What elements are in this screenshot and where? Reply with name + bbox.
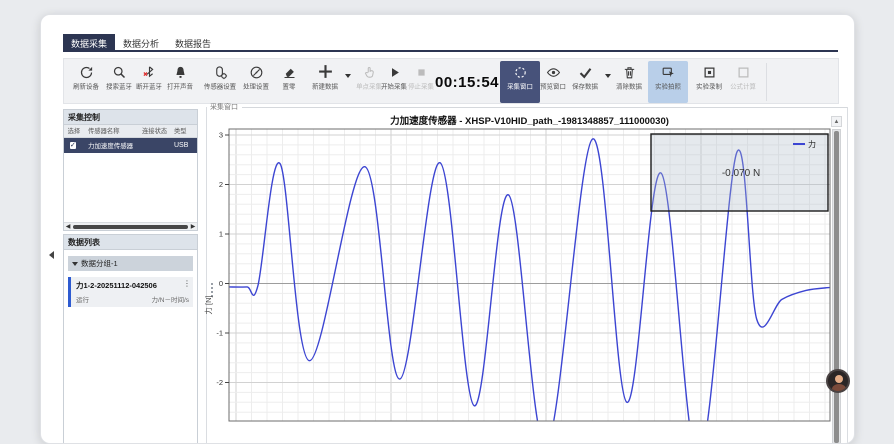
data-item-title: 力1-2-20251112-042506 bbox=[76, 280, 189, 291]
svg-text:2: 2 bbox=[219, 180, 223, 189]
compass-icon bbox=[238, 63, 274, 80]
hscroll-thumb[interactable] bbox=[73, 225, 188, 229]
panel-collapse-handle[interactable] bbox=[49, 251, 54, 259]
svg-text:-2: -2 bbox=[216, 378, 223, 387]
eye-icon bbox=[536, 63, 570, 80]
col-conn-status: 连接状态 bbox=[142, 127, 171, 136]
support-avatar-button[interactable] bbox=[826, 369, 850, 393]
chevron-down-icon bbox=[72, 262, 78, 266]
eraser-icon bbox=[274, 63, 304, 80]
dashed-circle-icon bbox=[500, 63, 540, 80]
check-icon bbox=[568, 63, 602, 80]
vscroll-thumb[interactable] bbox=[834, 131, 839, 443]
new-data-button[interactable]: 新建数据 bbox=[307, 63, 343, 101]
disconnect-bluetooth-button[interactable]: 断开蓝牙 bbox=[132, 63, 166, 101]
data-list-panel: 数据列表 数据分组-1 力1-2-20251112-042506 运行 力/N－… bbox=[63, 234, 198, 444]
sensor-row[interactable]: ✓ 力加速度传感器 USB bbox=[64, 138, 197, 153]
sensor-table-header: 选择 传感器名称 连接状态 类型 bbox=[64, 125, 197, 138]
svg-text:-0.070 N: -0.070 N bbox=[722, 168, 760, 179]
data-group-header[interactable]: 数据分组-1 bbox=[68, 256, 193, 271]
svg-text:-1: -1 bbox=[216, 329, 223, 338]
tab-data-analysis[interactable]: 数据分析 bbox=[115, 34, 167, 50]
sensor-settings-button[interactable]: 传感器设置 bbox=[200, 63, 240, 101]
experiment-record-button[interactable]: 实验录制 bbox=[692, 63, 726, 101]
save-data-dropdown-caret[interactable] bbox=[605, 74, 611, 78]
item-menu-icon[interactable]: ⋮ bbox=[183, 280, 191, 288]
svg-text:1: 1 bbox=[219, 230, 223, 239]
scroll-left-arrow[interactable]: ◀ bbox=[64, 223, 72, 230]
svg-text:3: 3 bbox=[219, 131, 223, 140]
svg-text:力: 力 bbox=[808, 139, 816, 149]
col-type: 类型 bbox=[174, 127, 194, 136]
refresh-icon bbox=[69, 63, 103, 80]
collect-control-title: 采集控制 bbox=[64, 110, 197, 125]
app-window: 数据采集 数据分析 数据报告 刷新设备 搜索蓝牙 断开蓝牙 打开声音 传感器设置… bbox=[40, 14, 855, 444]
collect-timer: 00:15:54 bbox=[436, 59, 498, 105]
sound-button[interactable]: 打开声音 bbox=[163, 63, 197, 101]
record-screen-icon bbox=[692, 63, 726, 80]
collect-control-panel: 采集控制 选择 传感器名称 连接状态 类型 ✓ 力加速度传感器 USB ◀ ▶ bbox=[63, 109, 198, 231]
scroll-up-arrow[interactable]: ▲ bbox=[831, 116, 842, 127]
zero-button[interactable]: 置零 bbox=[274, 63, 304, 101]
svg-text:0: 0 bbox=[219, 279, 223, 288]
waveform-chart[interactable]: 力 -0.070 N 3 2 1 0 -1 -2 力 [N] bbox=[201, 105, 855, 444]
main-toolbar: 刷新设备 搜索蓝牙 断开蓝牙 打开声音 传感器设置 处理设置 置零 bbox=[63, 58, 839, 104]
save-data-button[interactable]: 保存数据 bbox=[568, 63, 602, 101]
search-bluetooth-button[interactable]: 搜索蓝牙 bbox=[102, 63, 136, 101]
data-item-status: 运行 bbox=[76, 294, 89, 304]
experiment-capture-button[interactable]: 实验拍照 bbox=[648, 61, 688, 103]
data-item[interactable]: 力1-2-20251112-042506 运行 力/N－时间/s ⋮ bbox=[68, 277, 193, 307]
sensor-table-hscrollbar[interactable]: ◀ ▶ bbox=[64, 222, 197, 230]
stop-collect-button[interactable]: 停止采集 bbox=[404, 63, 438, 101]
col-sensor-name: 传感器名称 bbox=[88, 127, 137, 136]
plus-icon bbox=[307, 63, 343, 80]
toolbar-divider bbox=[766, 63, 767, 101]
scroll-right-arrow[interactable]: ▶ bbox=[189, 223, 197, 230]
bluetooth-off-icon bbox=[132, 63, 166, 80]
new-data-dropdown-caret[interactable] bbox=[345, 74, 351, 78]
col-select: 选择 bbox=[64, 127, 86, 136]
sensor-name: 力加速度传感器 bbox=[88, 141, 138, 150]
data-list-title: 数据列表 bbox=[64, 235, 197, 250]
svg-text:力 [N]: 力 [N] bbox=[203, 295, 213, 314]
tab-data-report[interactable]: 数据报告 bbox=[167, 34, 219, 50]
search-icon bbox=[102, 63, 136, 80]
data-item-axes: 力/N－时间/s bbox=[151, 294, 189, 304]
sensor-checkbox[interactable]: ✓ bbox=[70, 142, 76, 149]
preview-window-button[interactable]: 预览窗口 bbox=[536, 63, 570, 101]
formula-calc-button[interactable]: 公式计算 bbox=[726, 63, 760, 101]
collect-window-button[interactable]: 采集窗口 bbox=[500, 61, 540, 103]
snapshot-cursor-icon bbox=[648, 63, 688, 80]
square-icon bbox=[726, 63, 760, 80]
tab-data-collect[interactable]: 数据采集 bbox=[63, 34, 115, 50]
process-settings-button[interactable]: 处理设置 bbox=[238, 63, 274, 101]
chart-vscrollbar[interactable] bbox=[832, 129, 841, 444]
refresh-device-button[interactable]: 刷新设备 bbox=[69, 63, 103, 101]
bell-icon bbox=[163, 63, 197, 80]
sensor-type: USB bbox=[174, 142, 196, 149]
trash-icon bbox=[612, 63, 646, 80]
clear-data-button[interactable]: 清除数据 bbox=[612, 63, 646, 101]
stop-icon bbox=[404, 63, 438, 80]
sensor-icon bbox=[200, 63, 240, 80]
data-group-label: 数据分组-1 bbox=[81, 258, 118, 269]
tab-bar: 数据采集 数据分析 数据报告 bbox=[63, 34, 838, 52]
avatar-face bbox=[835, 375, 843, 383]
